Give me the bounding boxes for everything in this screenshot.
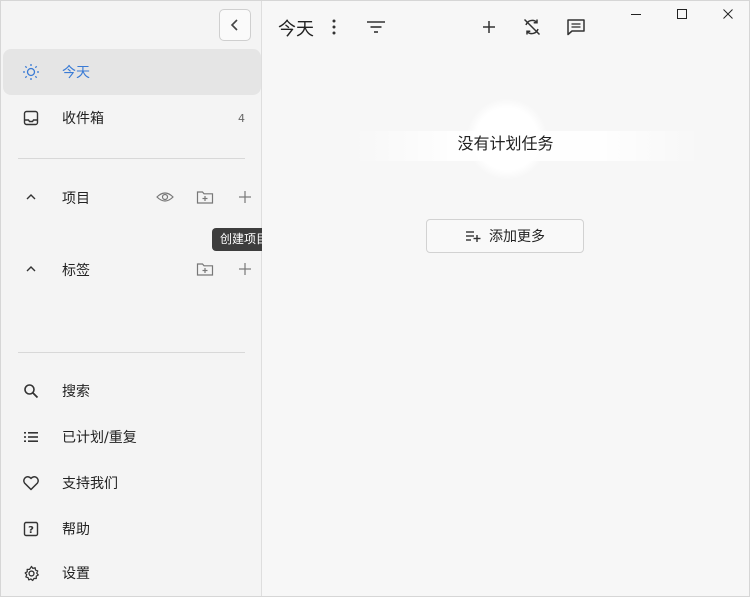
divider [18,352,245,353]
minimize-icon [631,14,641,15]
gear-icon [21,563,41,583]
sidebar: 今天 收件箱 4 项目 创建项目 标签 搜索 已计划/重复 支持我们 ? 帮助 … [1,1,277,596]
projects-section-header: 项目 [3,182,261,212]
page-title: 今天 [278,19,314,40]
nav-item-search[interactable]: 搜索 [3,368,261,414]
nav-label: 收件箱 [62,111,104,127]
main-panel: 今天 没有计划任务 添加更多 [262,1,749,596]
nav-item-inbox[interactable]: 收件箱 4 [3,95,261,141]
search-icon [21,381,41,401]
close-icon [723,9,733,19]
divider [18,158,245,159]
plus-icon[interactable] [235,187,255,207]
folder-add-icon[interactable] [195,259,215,279]
chevron-up-icon[interactable] [21,259,41,279]
nav-label: 设置 [62,566,90,582]
add-more-button[interactable]: 添加更多 [426,219,584,253]
nav-label: 帮助 [62,522,90,538]
sync-off-icon [523,18,541,36]
nav-label: 今天 [62,65,90,81]
nav-item-support-us[interactable]: 支持我们 [3,460,261,506]
maximize-button[interactable] [659,3,705,25]
inbox-icon [21,108,41,128]
comment-button[interactable] [564,15,588,39]
list-icon [21,427,41,447]
eye-icon[interactable] [155,187,175,207]
nav-label: 已计划/重复 [62,430,137,446]
add-more-label: 添加更多 [489,229,545,245]
close-button[interactable] [705,3,750,25]
message-icon [567,19,585,36]
playlist-add-icon [466,231,481,242]
folder-add-icon[interactable] [195,187,215,207]
collapse-sidebar-button[interactable] [219,9,251,41]
empty-state-text: 没有计划任务 [457,134,554,153]
filter-button[interactable] [364,15,388,39]
tags-section-header: 标签 [3,254,261,284]
projects-label: 项目 [62,191,90,207]
help-icon: ? [21,519,41,539]
nav-item-today[interactable]: 今天 [3,49,261,95]
tags-label: 标签 [62,263,90,279]
nav-item-scheduled[interactable]: 已计划/重复 [3,414,261,460]
sun-icon [21,62,41,82]
chevron-up-icon[interactable] [21,187,41,207]
plus-icon [483,21,495,33]
nav-item-help[interactable]: ? 帮助 [3,506,261,552]
inbox-count: 4 [238,111,245,125]
add-task-button[interactable] [477,15,501,39]
minimize-button[interactable] [613,3,659,25]
plus-icon[interactable] [235,259,255,279]
more-vertical-icon [332,19,336,35]
svg-text:?: ? [28,525,34,536]
heart-icon [21,473,41,493]
nav-label: 搜索 [62,384,90,400]
chevron-left-icon [230,19,238,31]
nav-label: 支持我们 [62,476,118,492]
maximize-icon [677,9,687,19]
nav-item-settings[interactable]: 设置 [3,550,261,596]
app-window: 今天 收件箱 4 项目 创建项目 标签 搜索 已计划/重复 支持我们 ? 帮助 … [0,0,750,597]
filter-icon [367,21,385,33]
sync-off-button[interactable] [520,15,544,39]
more-options-button[interactable] [322,15,346,39]
